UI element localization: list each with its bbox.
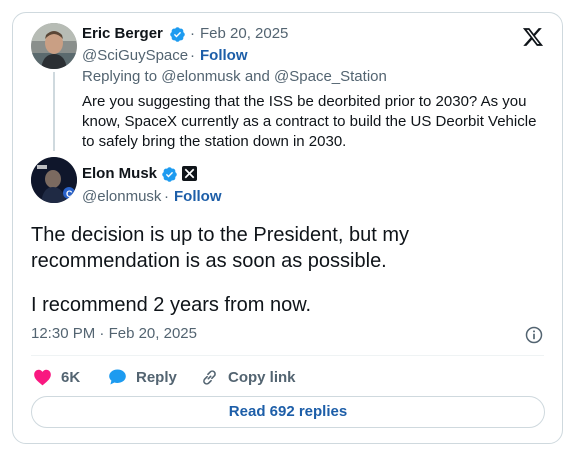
verified-badge-icon	[162, 167, 177, 182]
main-follow-link[interactable]: Follow	[174, 188, 222, 205]
actions-divider	[31, 355, 544, 356]
quoted-date[interactable]: Feb 20, 2025	[200, 25, 288, 42]
link-icon	[203, 369, 216, 385]
main-handle[interactable]: @elonmusk	[82, 188, 161, 205]
reply-button[interactable]: Reply	[108, 366, 177, 388]
like-button[interactable]: 6K	[33, 366, 80, 388]
verified-badge-icon	[170, 27, 185, 42]
x-logo-icon[interactable]	[521, 26, 545, 48]
heart-icon	[34, 369, 51, 386]
replying-to-and: and	[244, 68, 270, 85]
x-affiliate-badge-icon	[182, 166, 197, 181]
reply-label: Reply	[136, 368, 177, 386]
replying-to-line: Replying to @elonmusk and @Space_Station	[82, 68, 387, 85]
main-post-text-line-2: recommendation is as soon as possible.	[31, 250, 387, 272]
quoted-author-name[interactable]: Eric Berger	[82, 25, 163, 42]
quoted-follow-link[interactable]: Follow	[200, 47, 248, 64]
post-time: 12:30 PM	[31, 325, 96, 342]
main-author-name[interactable]: Elon Musk	[82, 165, 157, 182]
quoted-post-text: Are you suggesting that the ISS be deorb…	[82, 93, 537, 150]
quoted-handle[interactable]: @SciGuySpace	[82, 47, 188, 64]
info-icon[interactable]	[524, 325, 544, 345]
copy-link-button[interactable]: Copy link	[200, 366, 296, 388]
quoted-handle-separator: ·	[190, 47, 195, 64]
main-post-text-line-1: The decision is up to the President, but…	[31, 224, 409, 246]
like-count: 6K	[61, 368, 81, 386]
author-avatar-elon-musk[interactable]: C	[31, 157, 77, 203]
main-handle-separator: ·	[164, 188, 169, 205]
post-timestamp-separator: ·	[99, 325, 105, 342]
avatar-photo: C	[31, 157, 77, 203]
quoted-separator: ·	[190, 25, 195, 42]
avatar-photo	[31, 23, 77, 69]
post-date: Feb 20, 2025	[108, 325, 197, 342]
read-replies-button[interactable]: Read 692 replies	[31, 396, 545, 428]
replying-to-user-space-station[interactable]: @Space_Station	[274, 68, 387, 85]
main-post-text-line-3: I recommend 2 years from now.	[31, 294, 312, 316]
copy-link-label: Copy link	[228, 368, 296, 386]
replying-to-user-elonmusk[interactable]: @elonmusk	[161, 68, 240, 85]
replying-to-prefix: Replying to	[82, 68, 158, 85]
speech-bubble-icon	[109, 369, 126, 385]
thread-connector-line	[53, 72, 55, 151]
author-avatar-eric-berger[interactable]	[31, 23, 77, 69]
post-timestamp[interactable]: 12:30 PM · Feb 20, 2025	[31, 325, 197, 342]
